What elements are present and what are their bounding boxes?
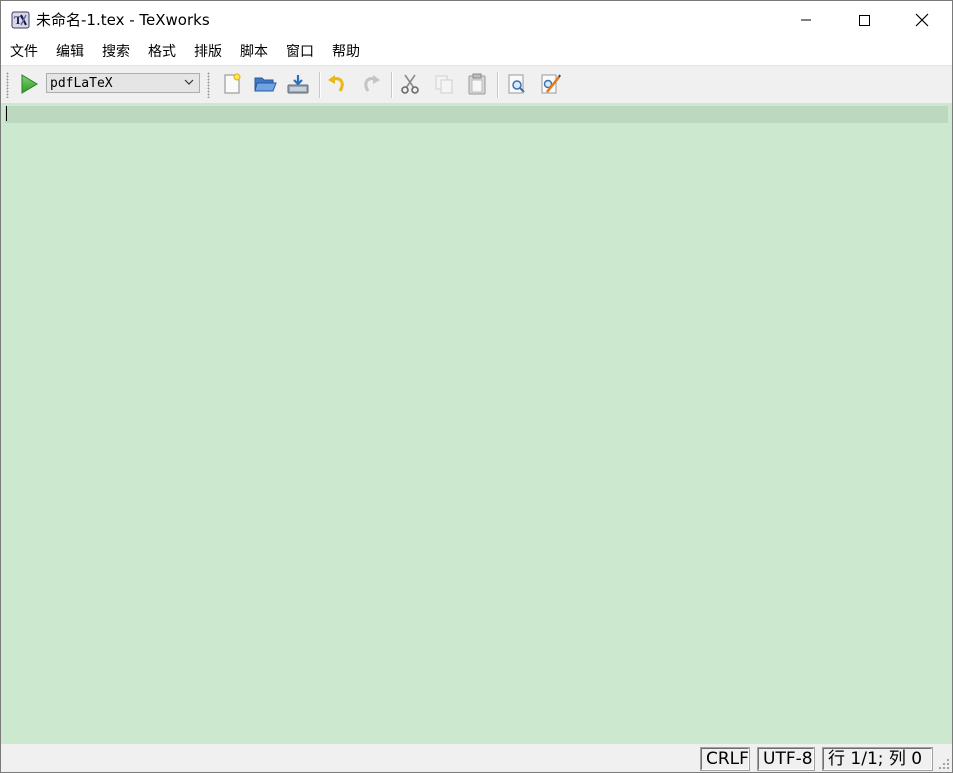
chevron-down-icon <box>184 79 194 85</box>
redo-button[interactable] <box>358 71 384 97</box>
cut-button[interactable] <box>397 71 423 97</box>
menu-file[interactable]: 文件 <box>9 43 39 61</box>
save-button[interactable] <box>285 71 311 97</box>
text-cursor <box>6 106 7 121</box>
minimize-icon <box>801 19 811 21</box>
maximize-icon <box>859 15 870 26</box>
find-button[interactable] <box>504 71 530 97</box>
toolbar: pdfLaTeX <box>1 65 952 104</box>
typeset-button[interactable] <box>16 71 42 97</box>
new-document-button[interactable] <box>219 71 245 97</box>
open-button[interactable] <box>252 71 278 97</box>
replace-button[interactable] <box>537 71 563 97</box>
cut-icon <box>401 74 419 94</box>
menu-typeset[interactable]: 排版 <box>193 43 223 61</box>
copy-button[interactable] <box>431 71 457 97</box>
open-folder-icon <box>254 77 277 92</box>
current-line-highlight <box>5 106 948 123</box>
title-bar: T 未命名-1.tex - TeXworks <box>1 1 952 39</box>
new-document-icon <box>224 73 241 94</box>
typeset-engine-value: pdfLaTeX <box>50 76 113 91</box>
close-button[interactable] <box>893 1 951 39</box>
texworks-logo-icon: T <box>11 10 31 30</box>
undo-icon <box>328 75 344 92</box>
resize-grip-icon[interactable] <box>938 758 950 770</box>
maximize-button[interactable] <box>835 1 893 39</box>
window-title: 未命名-1.tex - TeXworks <box>36 11 210 29</box>
paste-icon <box>468 73 486 95</box>
app-window: T 未命名-1.tex - TeXworks 文件 编辑 搜索 格式 排版 脚本… <box>0 0 953 773</box>
replace-icon <box>541 74 561 94</box>
toolbar-grip-2[interactable] <box>207 72 210 98</box>
menu-help[interactable]: 帮助 <box>331 43 361 61</box>
menu-window[interactable]: 窗口 <box>285 43 315 61</box>
undo-button[interactable] <box>324 71 350 97</box>
minimize-button[interactable] <box>777 1 835 39</box>
toolbar-separator <box>497 72 498 98</box>
save-icon <box>287 75 309 94</box>
encoding-indicator[interactable]: UTF-8 <box>757 747 815 771</box>
typeset-engine-select[interactable]: pdfLaTeX <box>46 73 200 93</box>
paste-button[interactable] <box>464 71 490 97</box>
toolbar-separator <box>391 72 392 98</box>
redo-icon <box>364 75 380 92</box>
toolbar-grip[interactable] <box>6 72 9 98</box>
toolbar-separator <box>319 72 320 98</box>
menu-bar: 文件 编辑 搜索 格式 排版 脚本 窗口 帮助 <box>1 39 952 65</box>
editor-text-area[interactable] <box>1 103 952 744</box>
menu-search[interactable]: 搜索 <box>101 43 131 61</box>
typeset-play-icon <box>21 74 38 94</box>
menu-scripts[interactable]: 脚本 <box>239 43 269 61</box>
close-icon <box>915 13 929 27</box>
menu-format[interactable]: 格式 <box>147 43 177 61</box>
cursor-position-indicator[interactable]: 行 1/1; 列 0 <box>822 747 933 771</box>
status-bar: CRLF UTF-8 行 1/1; 列 0 <box>1 744 952 772</box>
find-icon <box>508 74 525 94</box>
line-ending-indicator[interactable]: CRLF <box>700 747 750 771</box>
copy-icon <box>435 75 453 94</box>
menu-edit[interactable]: 编辑 <box>55 43 85 61</box>
